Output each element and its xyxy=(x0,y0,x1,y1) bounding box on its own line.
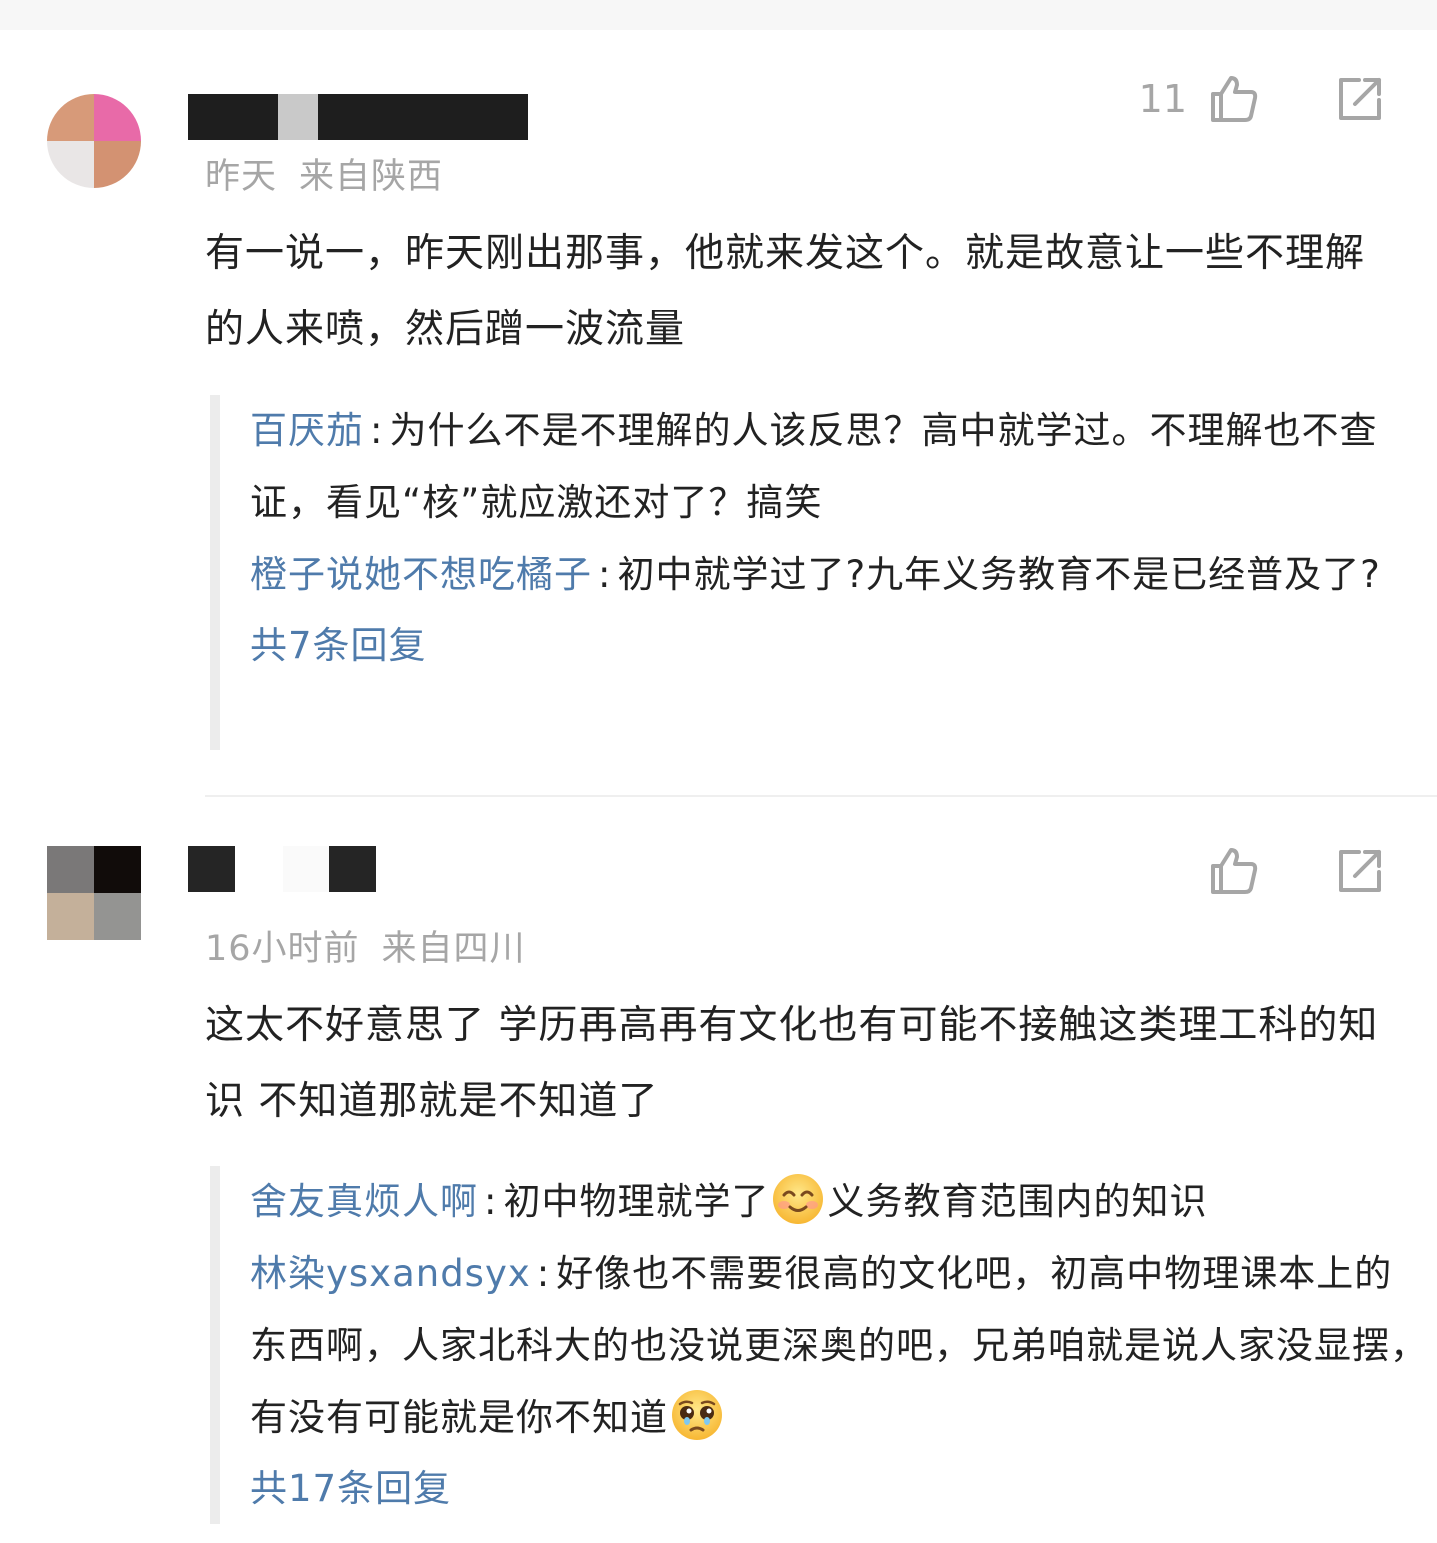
comment-meta: 16小时前 来自四川 xyxy=(205,920,526,971)
share-icon[interactable] xyxy=(1333,844,1387,898)
reply-item: 百厌茄: 为什么不是不理解的人该反思？高中就学过。不理解也不查证，看见“核”就应激… xyxy=(250,409,1378,524)
comment-divider xyxy=(205,795,1437,797)
comment-text: 有一说一，昨天刚出那事，他就来发这个。就是故意让一些不理解的人来喷，然后蹭一波流… xyxy=(205,231,1366,352)
like-count: 11 xyxy=(1138,77,1187,121)
smile-emoji-icon xyxy=(771,1172,825,1226)
more-replies-link[interactable]: 共17条回复 xyxy=(250,1454,1430,1524)
comment-text: 这太不好意思了 学历再高再有文化也有可能不接触这类理工科的知识 不知道那就是不知… xyxy=(205,1003,1379,1124)
reply-text: 初中物理就学了 xyxy=(503,1180,770,1223)
comment-location: 来自陕西 xyxy=(299,157,444,197)
comment-time: 昨天 xyxy=(205,157,278,197)
comment-time: 16小时前 xyxy=(205,929,360,969)
username-masked[interactable] xyxy=(188,94,528,140)
comment-actions: 11 xyxy=(1139,72,1387,126)
reply-username[interactable]: 林染ysxandsyx xyxy=(250,1252,531,1295)
pleading-emoji-icon xyxy=(670,1388,724,1442)
comment-meta: 昨天 来自陕西 xyxy=(205,148,443,199)
avatar[interactable] xyxy=(47,846,141,940)
reply-username[interactable]: 橙子说她不想吃橘子 xyxy=(250,553,592,596)
comment-location: 来自四川 xyxy=(381,929,526,969)
reply-item: 舍友真烦人啊: 初中物理就学了 义务教育范围内的知识 xyxy=(250,1166,1430,1238)
top-edge xyxy=(0,0,1437,30)
more-replies-link[interactable]: 共7条回复 xyxy=(250,611,1430,681)
reply-text: 为什么不是不理解的人该反思？高中就学过。不理解也不查证，看见“核”就应激还对了？… xyxy=(250,409,1378,524)
reply-username[interactable]: 舍友真烦人啊 xyxy=(250,1180,478,1223)
reply-username[interactable]: 百厌茄 xyxy=(250,409,364,452)
reply-block: 百厌茄: 为什么不是不理解的人该反思？高中就学过。不理解也不查证，看见“核”就应激… xyxy=(210,395,1430,750)
reply-item: 林染ysxandsyx: 好像也不需要很高的文化吧，初高中物理课本上的东西啊，人家… xyxy=(250,1238,1430,1454)
reply-item: 橙子说她不想吃橘子: 初中就学过了?九年义务教育不是已经普及了? xyxy=(250,553,1381,596)
reply-text: 初中就学过了?九年义务教育不是已经普及了? xyxy=(617,553,1381,596)
thumbs-up-icon[interactable] xyxy=(1207,72,1261,126)
reply-text: 义务教育范围内的知识 xyxy=(827,1180,1208,1223)
share-icon[interactable] xyxy=(1333,72,1387,126)
username-masked[interactable] xyxy=(188,846,378,892)
comment-actions xyxy=(1207,844,1387,898)
reply-block: 舍友真烦人啊: 初中物理就学了 义务教育范围内的知识 林染ysxandsyx: 好像… xyxy=(210,1166,1430,1524)
avatar[interactable] xyxy=(47,94,141,188)
thumbs-up-icon[interactable] xyxy=(1207,844,1261,898)
